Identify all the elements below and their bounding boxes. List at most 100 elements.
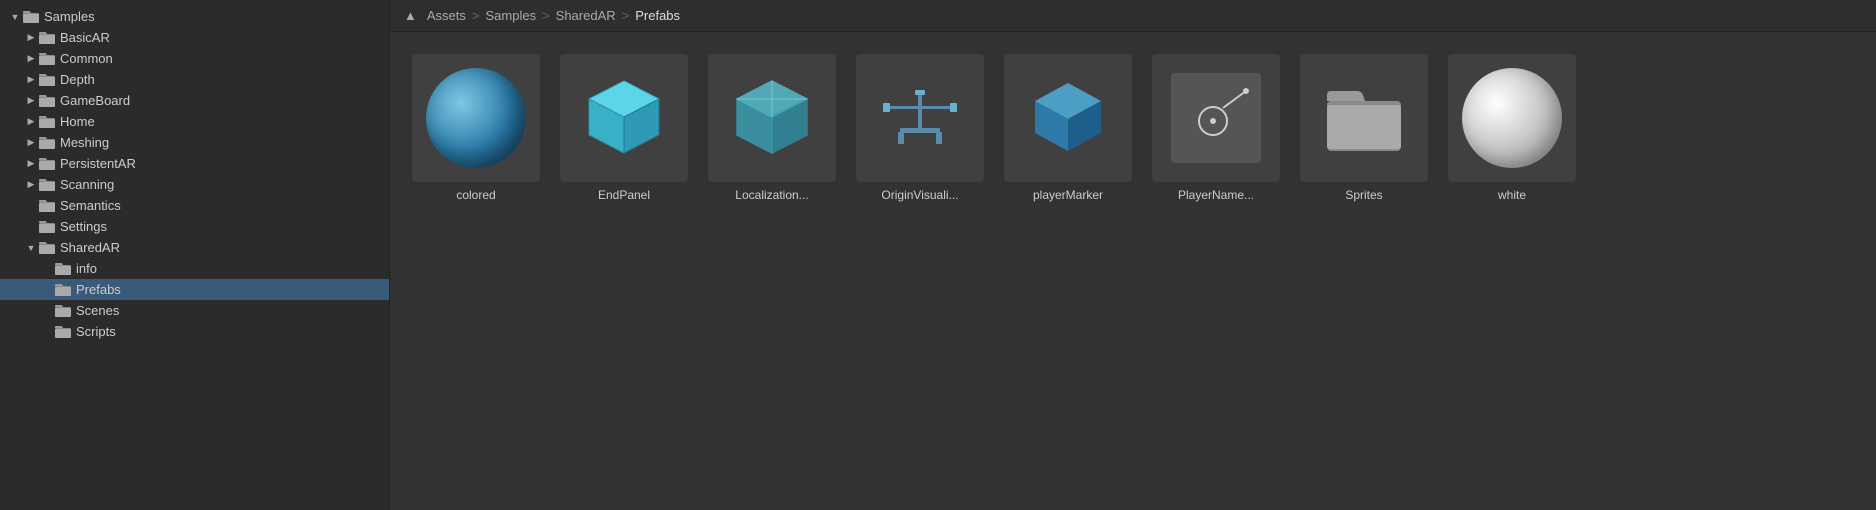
tree-arrow [40, 304, 54, 318]
asset-white-thumb [1448, 54, 1576, 182]
asset-localization[interactable]: Localization... [702, 48, 842, 208]
breadcrumb-sep-3: > [622, 8, 630, 23]
breadcrumb-current: Prefabs [635, 8, 680, 23]
sidebar-item-gameboard[interactable]: ▶ GameBoard [0, 90, 389, 111]
sidebar-item-label: Settings [60, 219, 107, 234]
folder-icon [38, 115, 56, 129]
sidebar-item-info[interactable]: info [0, 258, 389, 279]
breadcrumb-sharedar[interactable]: SharedAR [556, 8, 616, 23]
folder-icon [38, 157, 56, 171]
sidebar-item-label: Samples [44, 9, 95, 24]
asset-localization-thumb [708, 54, 836, 182]
asset-origin-thumb [856, 54, 984, 182]
asset-sprites-label: Sprites [1345, 188, 1382, 202]
sidebar-item-depth[interactable]: ▶ Depth [0, 69, 389, 90]
asset-playermarker-label: playerMarker [1033, 188, 1103, 202]
sidebar-item-scenes[interactable]: Scenes [0, 300, 389, 321]
sidebar-item-settings[interactable]: Settings [0, 216, 389, 237]
sidebar-item-prefabs[interactable]: Prefabs [0, 279, 389, 300]
sidebar-item-scanning[interactable]: ▶ Scanning [0, 174, 389, 195]
cube-blue-icon [1023, 73, 1113, 163]
asset-colored-thumb [412, 54, 540, 182]
folder-icon [54, 325, 72, 339]
folder-icon [38, 199, 56, 213]
tree-arrow [24, 199, 38, 213]
sidebar-item-label: PersistentAR [60, 156, 136, 171]
asset-playername-label: PlayerName... [1178, 188, 1254, 202]
tree-arrow: ▼ [8, 10, 22, 24]
sidebar-item-semantics[interactable]: Semantics [0, 195, 389, 216]
tree-arrow [24, 220, 38, 234]
sidebar-item-label: Home [60, 114, 95, 129]
asset-sprites[interactable]: Sprites [1294, 48, 1434, 208]
asset-playermarker-thumb [1004, 54, 1132, 182]
cube-cyan-outline-icon [727, 73, 817, 163]
sphere-white-icon [1462, 68, 1562, 168]
asset-localization-label: Localization... [735, 188, 808, 202]
asset-white[interactable]: white [1442, 48, 1582, 208]
sidebar-item-label: GameBoard [60, 93, 130, 108]
sidebar-item-persistentar[interactable]: ▶ PersistentAR [0, 153, 389, 174]
origin-icon [870, 68, 970, 168]
tree-arrow: ▶ [24, 52, 38, 66]
folder-icon [38, 136, 56, 150]
main-panel: ▲ Assets > Samples > SharedAR > Prefabs … [390, 0, 1876, 510]
sidebar-item-label: Semantics [60, 198, 121, 213]
tree-arrow [40, 283, 54, 297]
sidebar-item-label: SharedAR [60, 240, 120, 255]
asset-origin-label: OriginVisuali... [881, 188, 958, 202]
tree-arrow: ▶ [24, 94, 38, 108]
sidebar-item-scripts[interactable]: Scripts [0, 321, 389, 342]
asset-endpanel-thumb [560, 54, 688, 182]
folder-icon [38, 73, 56, 87]
asset-playername[interactable]: PlayerName... [1146, 48, 1286, 208]
folder-icon [54, 262, 72, 276]
sidebar-item-sharedar[interactable]: ▼ SharedAR [0, 237, 389, 258]
tree-arrow [40, 325, 54, 339]
folder-icon [38, 241, 56, 255]
asset-sprites-thumb [1300, 54, 1428, 182]
asset-playername-thumb [1152, 54, 1280, 182]
cube-cyan-icon [579, 73, 669, 163]
folder-icon [38, 94, 56, 108]
asset-endpanel[interactable]: EndPanel [554, 48, 694, 208]
tree-arrow: ▶ [24, 136, 38, 150]
assets-grid: colored EndPanel [390, 32, 1876, 510]
asset-white-label: white [1498, 188, 1526, 202]
breadcrumb-assets[interactable]: Assets [427, 8, 466, 23]
asset-origin[interactable]: OriginVisuali... [850, 48, 990, 208]
asset-colored-label: colored [456, 188, 495, 202]
folder-icon [38, 52, 56, 66]
sidebar-item-meshing[interactable]: ▶ Meshing [0, 132, 389, 153]
asset-playermarker[interactable]: playerMarker [998, 48, 1138, 208]
breadcrumb-samples[interactable]: Samples [485, 8, 536, 23]
sidebar-item-label: Scripts [76, 324, 116, 339]
sidebar-item-home[interactable]: ▶ Home [0, 111, 389, 132]
breadcrumb-arrow-up[interactable]: ▲ [404, 8, 417, 23]
breadcrumb: ▲ Assets > Samples > SharedAR > Prefabs [390, 0, 1876, 32]
tree-arrow: ▶ [24, 157, 38, 171]
sidebar-item-label: Scanning [60, 177, 114, 192]
playername-icon [1171, 73, 1261, 163]
folder-icon [38, 220, 56, 234]
folder-icon [54, 304, 72, 318]
tree-arrow: ▶ [24, 115, 38, 129]
sidebar-item-label: Meshing [60, 135, 109, 150]
sidebar: ▼ Samples▶ BasicAR▶ Common▶ Depth▶ GameB… [0, 0, 390, 510]
sidebar-item-label: Common [60, 51, 113, 66]
tree-arrow: ▶ [24, 73, 38, 87]
asset-colored[interactable]: colored [406, 48, 546, 208]
sidebar-item-basicar[interactable]: ▶ BasicAR [0, 27, 389, 48]
tree-arrow [40, 262, 54, 276]
folder-icon [38, 31, 56, 45]
folder-large-icon [1319, 73, 1409, 163]
tree-arrow: ▼ [24, 241, 38, 255]
tree-arrow: ▶ [24, 178, 38, 192]
breadcrumb-sep-1: > [472, 8, 480, 23]
tree-arrow: ▶ [24, 31, 38, 45]
sidebar-item-label: Prefabs [76, 282, 121, 297]
sidebar-item-samples[interactable]: ▼ Samples [0, 6, 389, 27]
sidebar-item-common[interactable]: ▶ Common [0, 48, 389, 69]
folder-icon [38, 178, 56, 192]
asset-endpanel-label: EndPanel [598, 188, 650, 202]
